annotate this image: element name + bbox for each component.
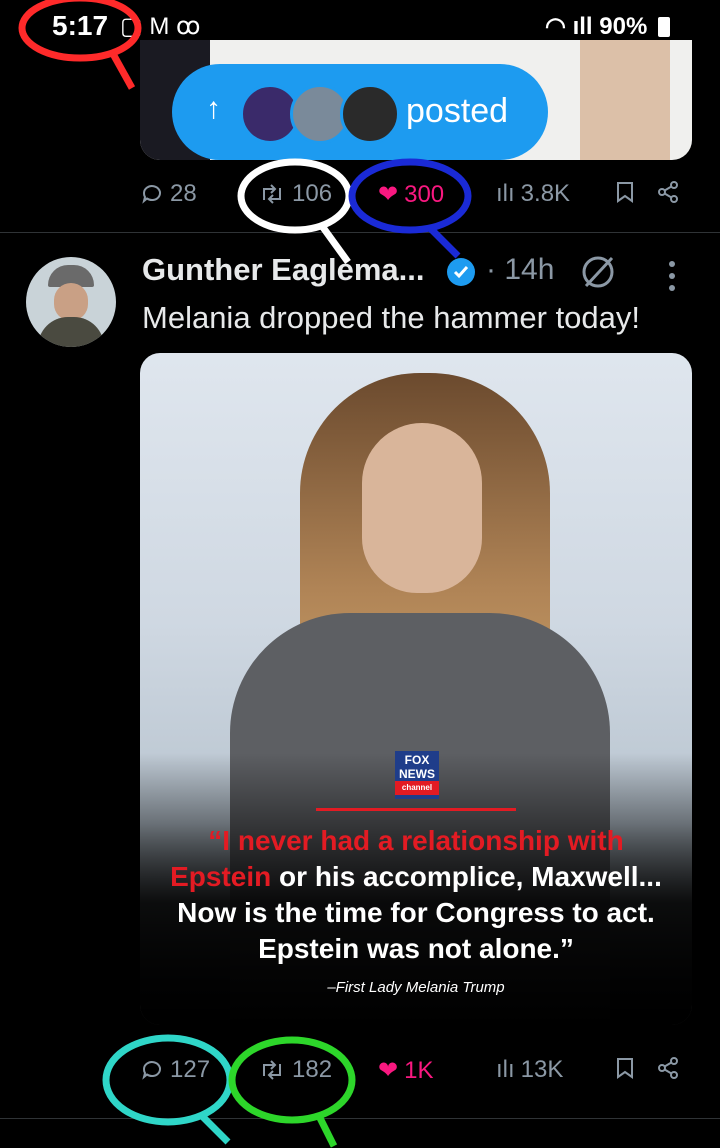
bookmark-button[interactable] <box>614 1056 636 1080</box>
battery-text: 90% <box>599 13 648 40</box>
repost-button[interactable]: 182 <box>258 1056 332 1084</box>
repost-button[interactable]: 106 <box>258 180 332 208</box>
notification-icons: ▢ M ꝏ <box>120 13 201 40</box>
share-button[interactable] <box>656 1056 680 1080</box>
author-name[interactable]: Gunther Eaglema... <box>142 252 425 288</box>
like-button[interactable]: ❤ 300 <box>378 180 444 209</box>
bookmark-button[interactable] <box>614 180 636 204</box>
battery-icon <box>658 17 670 37</box>
repost-icon <box>263 184 281 204</box>
views-icon: ılı <box>496 1056 515 1083</box>
status-time: 5:17 <box>52 10 109 41</box>
share-icon <box>658 1057 678 1079</box>
bookmark-icon <box>617 1058 633 1079</box>
post-time: · 14h <box>486 253 555 286</box>
arrow-up-icon: ↑ <box>206 92 221 125</box>
post-image[interactable]: FOX NEWS channel “I never had a relation… <box>140 353 692 1025</box>
divider <box>0 232 720 233</box>
more-options-icon[interactable] <box>662 258 682 294</box>
like-button[interactable]: ❤ 1K <box>378 1056 433 1085</box>
share-button[interactable] <box>656 180 680 204</box>
new-posts-pill[interactable]: ↑ posted <box>172 64 548 160</box>
avatar[interactable] <box>26 257 116 347</box>
heart-icon: ❤ <box>378 1057 399 1084</box>
image-quote: “I never had a relationship with Epstein… <box>170 825 662 964</box>
divider <box>0 1118 720 1119</box>
heart-icon: ❤ <box>378 181 399 208</box>
previous-post-actions: 28 106 ❤ 300 ılı 3.8K <box>0 180 720 230</box>
avatar <box>340 84 400 144</box>
post-actions: 127 182 ❤ 1K ılı 13K <box>0 1056 720 1106</box>
bookmark-icon <box>617 182 633 203</box>
status-right: ◠ ıll 90% <box>545 12 670 41</box>
reply-button[interactable]: 127 <box>140 1056 210 1084</box>
grok-icon[interactable] <box>578 252 618 292</box>
views-button[interactable]: ılı 13K <box>496 1056 563 1084</box>
reply-button[interactable]: 28 <box>140 180 197 208</box>
views-button[interactable]: ılı 3.8K <box>496 180 570 208</box>
post-text: Melania dropped the hammer today! <box>142 300 641 335</box>
repost-icon <box>263 1060 281 1080</box>
share-icon <box>658 181 678 203</box>
reply-icon <box>142 185 161 204</box>
views-icon: ılı <box>496 180 515 207</box>
reply-icon <box>142 1061 161 1080</box>
image-attribution: –First Lady Melania Trump <box>327 979 505 996</box>
fox-news-logo: FOX NEWS channel <box>395 751 439 799</box>
posted-label: posted <box>406 92 509 130</box>
signal-icon: ıll <box>572 13 593 40</box>
verified-badge-icon <box>447 258 475 286</box>
wifi-icon: ◠ <box>544 13 566 40</box>
annotation-red-tail <box>108 50 136 90</box>
